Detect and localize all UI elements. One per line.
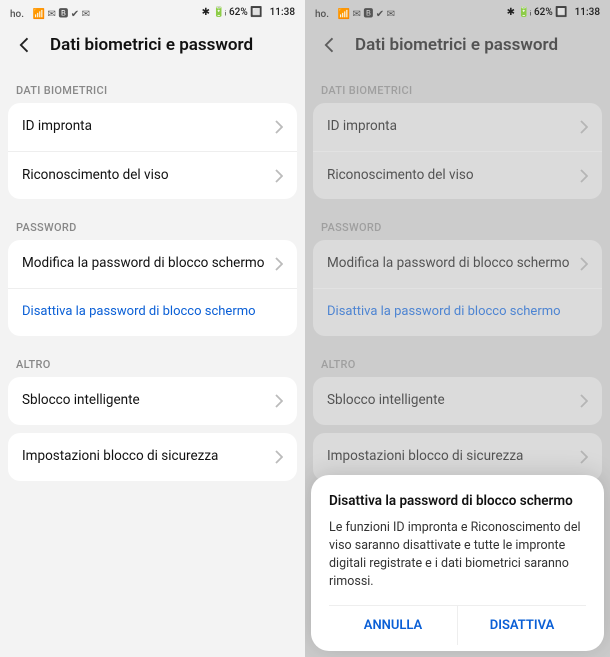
page-title: Dati biometrici e password (355, 35, 558, 55)
confirm-button[interactable]: DISATTIVA (457, 606, 586, 645)
row-smart-unlock: Sblocco intelligente (313, 377, 602, 425)
card-password: Modifica la password di blocco schermo D… (8, 240, 297, 336)
status-bar: ho. 📶 ✉ 🅱 ✔ ✉ ✱ 🔋ᵢ 62% 🔲 11:38 (305, 0, 610, 24)
header: Dati biometrici e password (0, 24, 305, 70)
chevron-right-icon (275, 450, 283, 464)
row-security-lock[interactable]: Impostazioni blocco di sicurezza (8, 433, 297, 481)
status-right: ✱ 🔋ᵢ 62% 🔲 11:38 (507, 7, 600, 18)
card-smart-unlock: Sblocco intelligente (8, 377, 297, 425)
chevron-right-icon (580, 169, 588, 183)
section-biometrics-label: DATI BIOMETRICI (0, 70, 305, 103)
row-face: Riconoscimento del viso (313, 151, 602, 199)
dialog-title: Disattiva la password di blocco schermo (329, 493, 586, 509)
row-face[interactable]: Riconoscimento del viso (8, 151, 297, 199)
dialog-body: Le funzioni ID impronta e Riconoscimento… (329, 519, 586, 592)
chevron-right-icon (275, 257, 283, 271)
row-change-password: Modifica la password di blocco schermo (313, 240, 602, 288)
row-fingerprint[interactable]: ID impronta (8, 103, 297, 151)
row-disable-password[interactable]: Disattiva la password di blocco schermo (8, 288, 297, 336)
chevron-right-icon (580, 257, 588, 271)
section-password-label: PASSWORD (0, 207, 305, 240)
confirm-dialog: Disattiva la password di blocco schermo … (311, 475, 604, 652)
settings-content-dimmed: Dati biometrici e password DATI BIOMETRI… (305, 24, 610, 481)
section-password-label: PASSWORD (305, 207, 610, 240)
chevron-right-icon (275, 169, 283, 183)
row-change-password[interactable]: Modifica la password di blocco schermo (8, 240, 297, 288)
section-other-label: ALTRO (0, 344, 305, 377)
card-security-lock: Impostazioni blocco di sicurezza (313, 433, 602, 481)
cancel-button[interactable]: ANNULLA (329, 606, 457, 645)
status-bar: ho. 📶 ✉ 🅱 ✔ ✉ ✱ 🔋ᵢ 62% 🔲 11:38 (0, 0, 305, 24)
page-title: Dati biometrici e password (50, 35, 253, 55)
row-fingerprint: ID impronta (313, 103, 602, 151)
phone-right: ho. 📶 ✉ 🅱 ✔ ✉ ✱ 🔋ᵢ 62% 🔲 11:38 Dati biom… (305, 0, 610, 657)
chevron-right-icon (580, 394, 588, 408)
phone-left: ho. 📶 ✉ 🅱 ✔ ✉ ✱ 🔋ᵢ 62% 🔲 11:38 Dati biom… (0, 0, 305, 657)
status-carrier: ho. 📶 ✉ 🅱 ✔ ✉ (10, 5, 90, 20)
back-icon[interactable] (14, 34, 36, 56)
status-right: ✱ 🔋ᵢ 62% 🔲 11:38 (202, 7, 295, 18)
chevron-right-icon (275, 120, 283, 134)
chevron-right-icon (580, 450, 588, 464)
row-security-lock: Impostazioni blocco di sicurezza (313, 433, 602, 481)
section-biometrics-label: DATI BIOMETRICI (305, 70, 610, 103)
card-smart-unlock: Sblocco intelligente (313, 377, 602, 425)
settings-content: Dati biometrici e password DATI BIOMETRI… (0, 24, 305, 481)
row-smart-unlock[interactable]: Sblocco intelligente (8, 377, 297, 425)
card-password: Modifica la password di blocco schermo D… (313, 240, 602, 336)
row-disable-password: Disattiva la password di blocco schermo (313, 288, 602, 336)
card-biometrics: ID impronta Riconoscimento del viso (8, 103, 297, 199)
header: Dati biometrici e password (305, 24, 610, 70)
card-biometrics: ID impronta Riconoscimento del viso (313, 103, 602, 199)
dialog-actions: ANNULLA DISATTIVA (329, 605, 586, 645)
chevron-right-icon (275, 394, 283, 408)
back-icon (319, 34, 341, 56)
status-carrier: ho. 📶 ✉ 🅱 ✔ ✉ (315, 5, 395, 20)
card-security-lock: Impostazioni blocco di sicurezza (8, 433, 297, 481)
section-other-label: ALTRO (305, 344, 610, 377)
chevron-right-icon (580, 120, 588, 134)
